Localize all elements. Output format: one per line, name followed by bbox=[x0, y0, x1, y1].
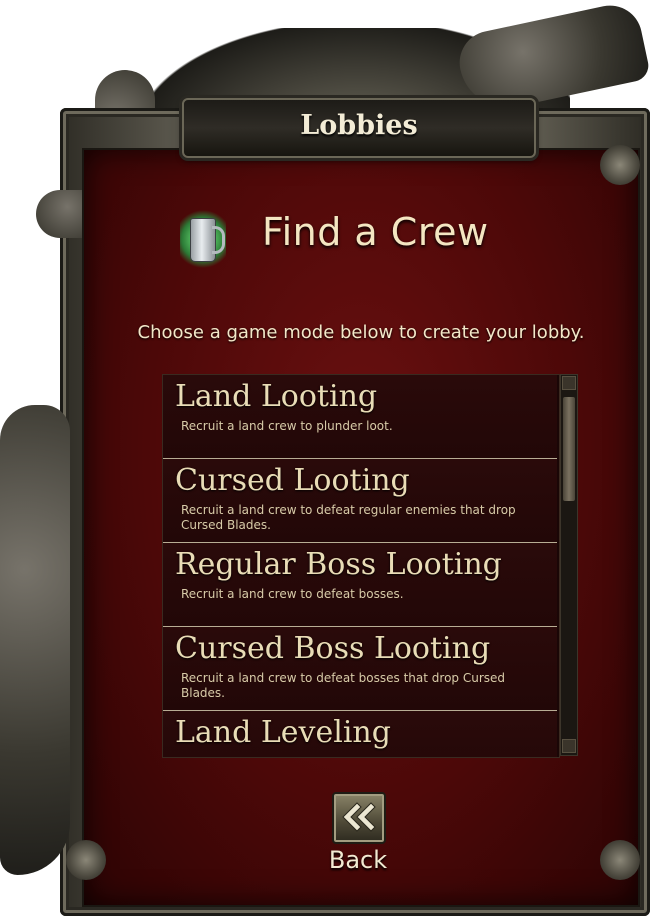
mode-title: Cursed Boss Looting bbox=[175, 631, 491, 666]
page-heading: Find a Crew bbox=[262, 210, 489, 254]
mode-description: Recruit a land crew to defeat regular en… bbox=[181, 503, 516, 532]
double-chevron-left-icon bbox=[342, 802, 376, 832]
scroll-up-arrow[interactable] bbox=[562, 376, 576, 390]
back-label[interactable]: Back bbox=[318, 846, 398, 874]
mode-title: Land Looting bbox=[175, 379, 378, 414]
mode-description: Recruit a land crew to defeat bosses tha… bbox=[181, 671, 506, 700]
mode-description: Recruit a land crew to plunder loot. bbox=[181, 419, 393, 433]
tentacle-decoration bbox=[0, 405, 70, 875]
window-title: Lobbies bbox=[300, 110, 418, 141]
mode-description: Recruit a land crew to defeat bosses. bbox=[181, 587, 404, 601]
mode-item-land-looting[interactable]: Land Looting Recruit a land crew to plun… bbox=[163, 375, 557, 459]
list-scrollbar[interactable] bbox=[560, 374, 578, 756]
instruction-text: Choose a game mode below to create your … bbox=[137, 322, 585, 343]
scroll-thumb[interactable] bbox=[563, 397, 575, 501]
tankard-icon bbox=[180, 208, 226, 270]
mode-item-regular-boss-looting[interactable]: Regular Boss Looting Recruit a land crew… bbox=[163, 543, 557, 627]
mode-title: Regular Boss Looting bbox=[175, 547, 502, 582]
frame-corner bbox=[600, 840, 640, 880]
mode-item-cursed-looting[interactable]: Cursed Looting Recruit a land crew to de… bbox=[163, 459, 557, 543]
mode-item-cursed-boss-looting[interactable]: Cursed Boss Looting Recruit a land crew … bbox=[163, 627, 557, 711]
scroll-down-arrow[interactable] bbox=[562, 739, 576, 753]
frame-corner bbox=[66, 840, 106, 880]
game-mode-list[interactable]: Land Looting Recruit a land crew to plun… bbox=[162, 374, 560, 758]
mode-title: Land Leveling bbox=[175, 715, 391, 750]
back-button[interactable] bbox=[332, 792, 386, 844]
mode-title: Cursed Looting bbox=[175, 463, 410, 498]
mode-item-land-leveling[interactable]: Land Leveling bbox=[163, 711, 557, 757]
frame-corner bbox=[600, 145, 640, 185]
